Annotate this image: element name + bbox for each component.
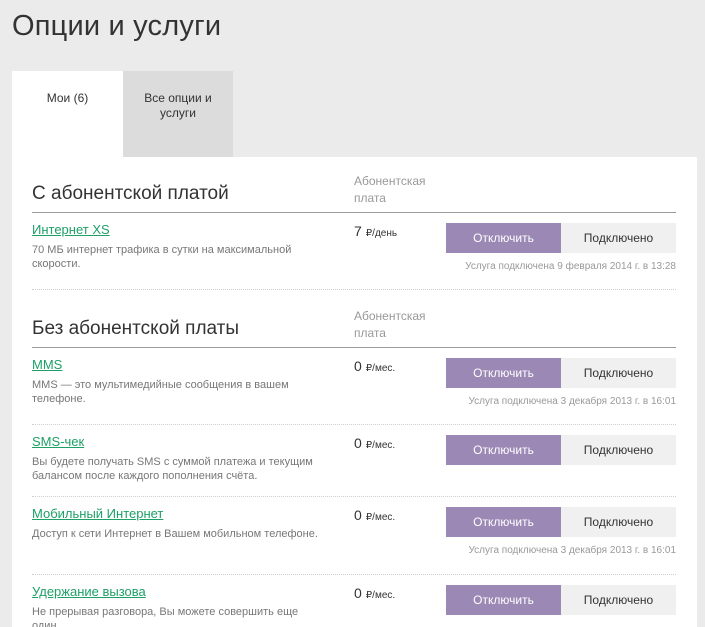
price-unit: ₽/мес. (365, 590, 396, 601)
fee-column-header: Абонентская плата (354, 174, 426, 205)
price-value: 0 (354, 585, 362, 601)
service-name-link[interactable]: Интернет XS (32, 222, 110, 237)
tab-all-services[interactable]: Все опции и услуги (123, 71, 233, 157)
connected-status-button[interactable]: Подключено (561, 435, 676, 465)
tabs: Мои (6) Все опции и услуги (12, 71, 233, 157)
service-description: MMS — это мультимедийные сообщения в ваш… (32, 379, 289, 405)
section-paid: С абонентской платой Абонентская плата И… (32, 157, 676, 290)
service-price: 0 ₽/мес. (354, 585, 395, 601)
section-free: Без абонентской платы Абонентская плата … (32, 292, 676, 627)
price-value: 7 (354, 223, 362, 239)
price-unit: ₽/день (365, 228, 398, 239)
connected-status-button[interactable]: Подключено (561, 507, 676, 537)
connected-status-button[interactable]: Подключено (561, 585, 676, 615)
section-title: С абонентской платой (32, 183, 229, 204)
service-name-link[interactable]: MMS (32, 357, 62, 372)
service-price: 7 ₽/день (354, 223, 397, 239)
service-description: Не прерывая разговора, Вы можете соверши… (32, 606, 299, 627)
disable-button[interactable]: Отключить (446, 223, 561, 253)
service-row: Интернет XS 70 МБ интернет трафика в сут… (32, 213, 676, 290)
tab-label: Мои (6) (46, 91, 89, 105)
section-header: Без абонентской платы Абонентская плата (32, 292, 676, 348)
service-description: 70 МБ интернет трафика в сутки на максим… (32, 244, 292, 270)
service-description: Доступ к сети Интернет в Вашем мобильном… (32, 528, 318, 540)
service-description: Вы будете получать SMS с суммой платежа … (32, 456, 313, 482)
disable-button[interactable]: Отключить (446, 507, 561, 537)
service-row: Мобильный Интернет Доступ к сети Интерне… (32, 497, 676, 575)
service-row: Удержание вызова Не прерывая разговора, … (32, 575, 676, 627)
price-value: 0 (354, 435, 362, 451)
service-row: SMS-чек Вы будете получать SMS с суммой … (32, 425, 676, 497)
service-price: 0 ₽/мес. (354, 435, 395, 451)
disable-button[interactable]: Отключить (446, 435, 561, 465)
price-unit: ₽/мес. (365, 363, 396, 374)
price-value: 0 (354, 507, 362, 523)
service-name-link[interactable]: Мобильный Интернет (32, 506, 163, 521)
price-value: 0 (354, 358, 362, 374)
service-price: 0 ₽/мес. (354, 358, 395, 374)
section-title: Без абонентской платы (32, 318, 240, 339)
section-header: С абонентской платой Абонентская плата (32, 157, 676, 213)
service-name-link[interactable]: SMS-чек (32, 434, 84, 449)
disable-button[interactable]: Отключить (446, 585, 561, 615)
fee-column-header: Абонентская плата (354, 309, 426, 340)
price-unit: ₽/мес. (365, 440, 396, 451)
connected-since: Услуга подключена 3 декабря 2013 г. в 16… (468, 396, 677, 407)
tab-label: Все опции и услуги (144, 91, 212, 120)
tab-my-services[interactable]: Мои (6) (12, 71, 123, 157)
connected-status-button[interactable]: Подключено (561, 358, 676, 388)
service-name-link[interactable]: Удержание вызова (32, 584, 146, 599)
page-title: Опции и услуги (12, 10, 222, 42)
services-panel: С абонентской платой Абонентская плата И… (12, 157, 697, 627)
connected-since: Услуга подключена 9 февраля 2014 г. в 13… (465, 261, 676, 272)
connected-since: Услуга подключена 3 декабря 2013 г. в 16… (468, 545, 677, 556)
connected-status-button[interactable]: Подключено (561, 223, 676, 253)
disable-button[interactable]: Отключить (446, 358, 561, 388)
service-price: 0 ₽/мес. (354, 507, 395, 523)
service-row: MMS MMS — это мультимедийные сообщения в… (32, 348, 676, 425)
price-unit: ₽/мес. (365, 512, 396, 523)
